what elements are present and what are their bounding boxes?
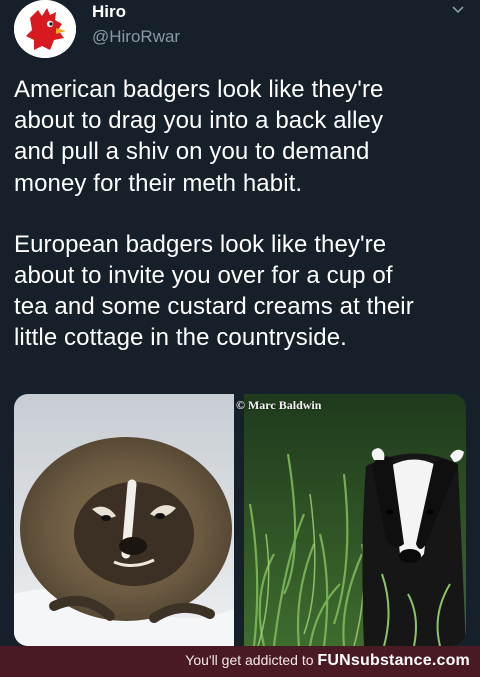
american-badger-image — [14, 394, 234, 646]
author-handle[interactable]: @HiroRwar — [92, 27, 180, 47]
european-badger-image — [244, 394, 466, 646]
european-badger-photo[interactable] — [244, 394, 466, 646]
tweet-media[interactable] — [14, 394, 466, 646]
avatar[interactable] — [14, 0, 76, 58]
tweet-paragraph-1: American badgers look like they're about… — [14, 76, 384, 197]
author-name[interactable]: Hiro — [92, 2, 126, 22]
photo-credit: © Marc Baldwin — [236, 398, 322, 412]
watermark-bar: You'll get addicted to FUNsubstance.com — [0, 646, 480, 677]
tweet-paragraph-2: European badgers look like they're about… — [14, 230, 414, 352]
american-badger-photo[interactable] — [14, 394, 234, 646]
watermark-brand: FUNsubstance.com — [317, 652, 470, 669]
watermark-text: You'll get addicted to FUNsubstance.com — [185, 652, 470, 670]
watermark-prefix: You'll get addicted to — [185, 652, 318, 668]
red-bird-avatar-icon — [14, 0, 76, 58]
chevron-down-icon[interactable] — [450, 2, 466, 18]
tweet-body: American badgers look like they're about… — [14, 74, 470, 354]
